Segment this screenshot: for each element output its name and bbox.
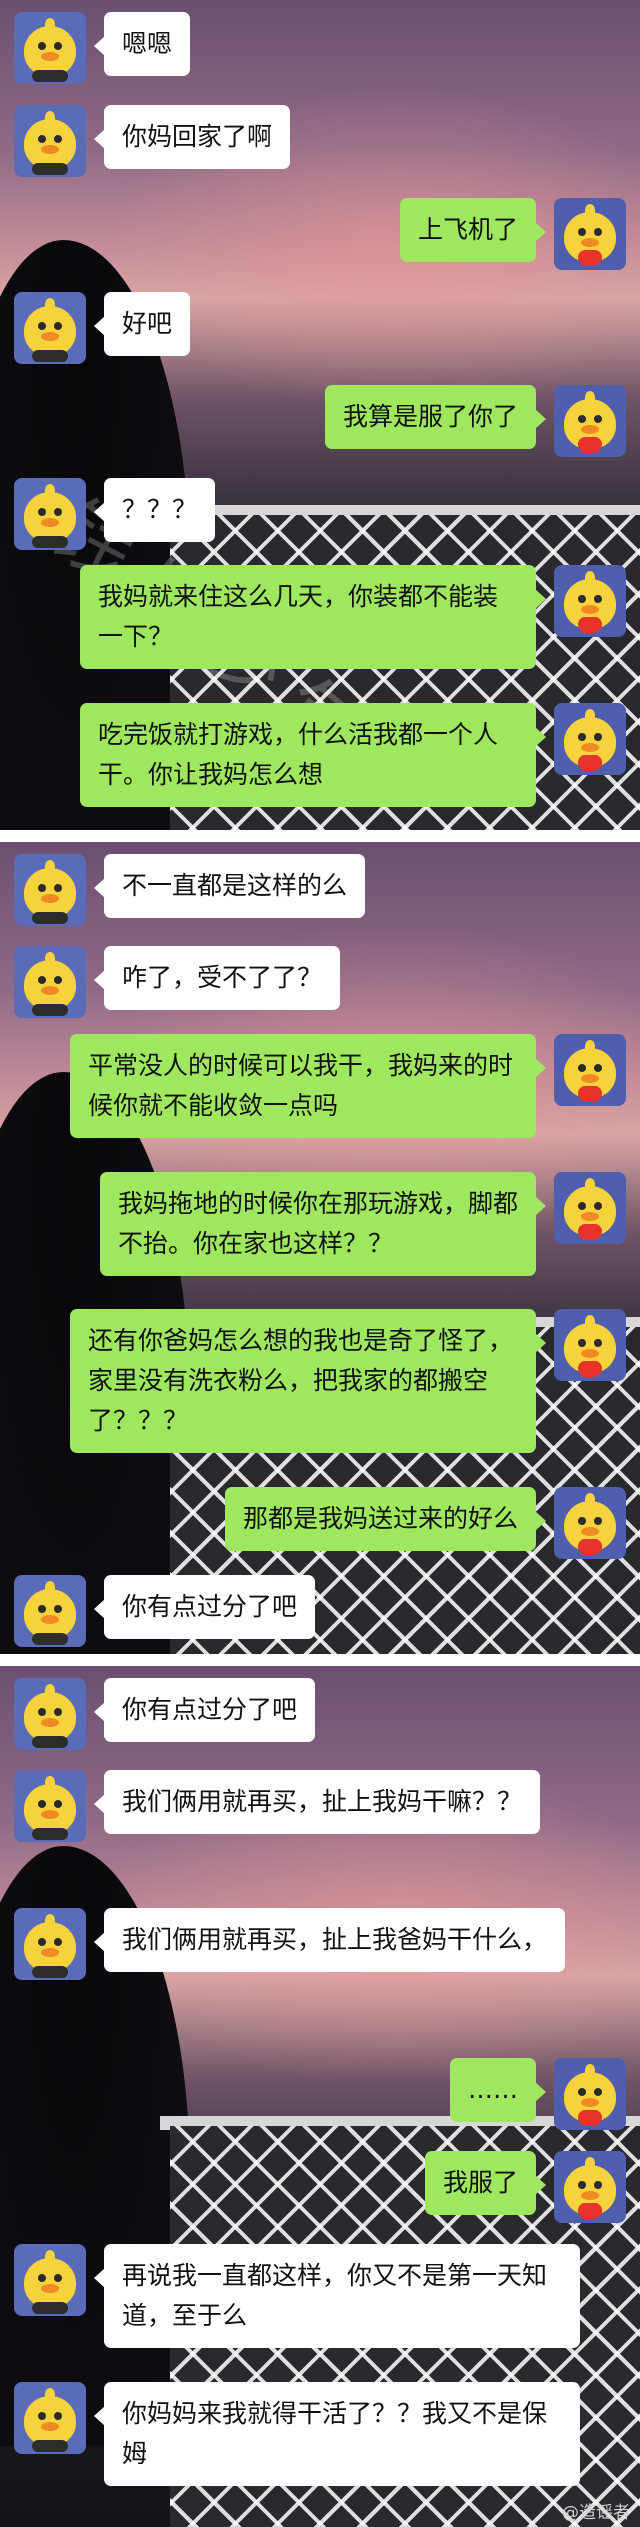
- message-row: 平常没人的时候可以我干，我妈来的时候你就不能收敛一点吗: [70, 1034, 626, 1138]
- avatar-self[interactable]: [554, 1487, 626, 1559]
- message-row: 咋了，受不了了？: [14, 946, 341, 1018]
- avatar-self[interactable]: [554, 198, 626, 270]
- message-bubble[interactable]: 再说我一直都这样，你又不是第一天知道，至于么: [94, 2244, 580, 2348]
- message-row: ……: [450, 2058, 626, 2130]
- avatar-other[interactable]: [14, 1678, 86, 1750]
- message-row: 那都是我妈送过来的好么: [224, 1487, 626, 1559]
- chat-panel-3: 你有点过分了吧 我们俩用就再买，扯上我妈干嘛？？ 我们俩用就再买，扯上我爸妈干什…: [0, 1666, 640, 2527]
- message-row: 我服了: [424, 2151, 626, 2223]
- message-bubble[interactable]: 我妈拖地的时候你在那玩游戏，脚都不抬。你在家也这样？？: [100, 1172, 546, 1276]
- avatar-self[interactable]: [554, 1309, 626, 1381]
- avatar-other[interactable]: [14, 2382, 86, 2454]
- message-row: 上飞机了: [399, 198, 626, 270]
- avatar-self[interactable]: [554, 703, 626, 775]
- avatar-self[interactable]: [554, 1034, 626, 1106]
- message-row: 你妈回家了啊: [14, 105, 291, 177]
- avatar-self[interactable]: [554, 1172, 626, 1244]
- message-bubble[interactable]: 你有点过分了吧: [93, 1575, 316, 1639]
- message-row: 还有你爸妈怎么想的我也是奇了怪了，家里没有洗衣粉么，把我家的都搬空了？？？: [70, 1309, 626, 1453]
- avatar-self[interactable]: [554, 385, 626, 457]
- avatar-self[interactable]: [554, 565, 626, 637]
- message-bubble[interactable]: 你有点过分了吧: [93, 1678, 316, 1742]
- message-bubble[interactable]: 我服了: [424, 2151, 547, 2215]
- chat-panel-2: 不一直都是这样的么 咋了，受不了了？ 平常没人的时候可以我干，我妈来的时候你就不…: [0, 842, 640, 1654]
- avatar-other[interactable]: [14, 854, 86, 926]
- message-bubble[interactable]: 你妈回家了啊: [93, 105, 291, 169]
- message-row: 你妈妈来我就得干活了？？我又不是保姆: [14, 2382, 580, 2486]
- avatar-other[interactable]: [14, 478, 86, 550]
- message-row: ？？？: [14, 478, 216, 550]
- chat-panel-1: 钱塘少年 嗯嗯 你妈回家了啊 上飞机了 好吧 我算是服了你了 ？？？ 我妈就来住…: [0, 0, 640, 830]
- message-bubble[interactable]: 那都是我妈送过来的好么: [224, 1487, 547, 1551]
- message-bubble[interactable]: 好吧: [93, 292, 191, 356]
- message-bubble[interactable]: ？？？: [93, 478, 216, 542]
- message-bubble[interactable]: 我算是服了你了: [324, 385, 547, 449]
- message-row: 你有点过分了吧: [14, 1575, 316, 1647]
- message-row: 不一直都是这样的么: [14, 854, 366, 926]
- panel-separator: [0, 1654, 640, 1666]
- avatar-self[interactable]: [554, 2058, 626, 2130]
- avatar-other[interactable]: [14, 1908, 86, 1980]
- message-row: 嗯嗯: [14, 12, 191, 84]
- avatar-other[interactable]: [14, 292, 86, 364]
- message-bubble[interactable]: 平常没人的时候可以我干，我妈来的时候你就不能收敛一点吗: [70, 1034, 546, 1138]
- message-row: 我妈就来住这么几天，你装都不能装一下？: [80, 565, 626, 669]
- weibo-watermark: @造谣者: [562, 2503, 630, 2523]
- message-bubble[interactable]: 咋了，受不了了？: [93, 946, 341, 1010]
- message-bubble[interactable]: 我们俩用就再买，扯上我妈干嘛？？: [93, 1770, 541, 1834]
- message-bubble[interactable]: 你妈妈来我就得干活了？？我又不是保姆: [94, 2382, 580, 2486]
- message-row: 我妈拖地的时候你在那玩游戏，脚都不抬。你在家也这样？？: [100, 1172, 626, 1276]
- message-row: 我算是服了你了: [324, 385, 626, 457]
- panel-separator: [0, 830, 640, 842]
- message-bubble[interactable]: 上飞机了: [399, 198, 547, 262]
- message-bubble[interactable]: 嗯嗯: [93, 12, 191, 76]
- avatar-self[interactable]: [554, 2151, 626, 2223]
- message-bubble[interactable]: 我们俩用就再买，扯上我爸妈干什么，: [93, 1908, 566, 1972]
- message-row: 吃完饭就打游戏，什么活我都一个人干。你让我妈怎么想: [80, 703, 626, 807]
- avatar-other[interactable]: [14, 105, 86, 177]
- avatar-other[interactable]: [14, 2244, 86, 2316]
- message-row: 我们俩用就再买，扯上我爸妈干什么，: [14, 1908, 566, 1980]
- message-bubble[interactable]: 我妈就来住这么几天，你装都不能装一下？: [80, 565, 546, 669]
- message-bubble[interactable]: 不一直都是这样的么: [93, 854, 366, 918]
- message-bubble[interactable]: 还有你爸妈怎么想的我也是奇了怪了，家里没有洗衣粉么，把我家的都搬空了？？？: [70, 1309, 546, 1453]
- avatar-other[interactable]: [14, 946, 86, 1018]
- message-bubble[interactable]: ……: [450, 2058, 546, 2122]
- message-row: 我们俩用就再买，扯上我妈干嘛？？: [14, 1770, 541, 1842]
- avatar-other[interactable]: [14, 1770, 86, 1842]
- message-row: 好吧: [14, 292, 191, 364]
- message-bubble[interactable]: 吃完饭就打游戏，什么活我都一个人干。你让我妈怎么想: [80, 703, 546, 807]
- avatar-other[interactable]: [14, 12, 86, 84]
- avatar-other[interactable]: [14, 1575, 86, 1647]
- message-row: 你有点过分了吧: [14, 1678, 316, 1750]
- message-row: 再说我一直都这样，你又不是第一天知道，至于么: [14, 2244, 580, 2348]
